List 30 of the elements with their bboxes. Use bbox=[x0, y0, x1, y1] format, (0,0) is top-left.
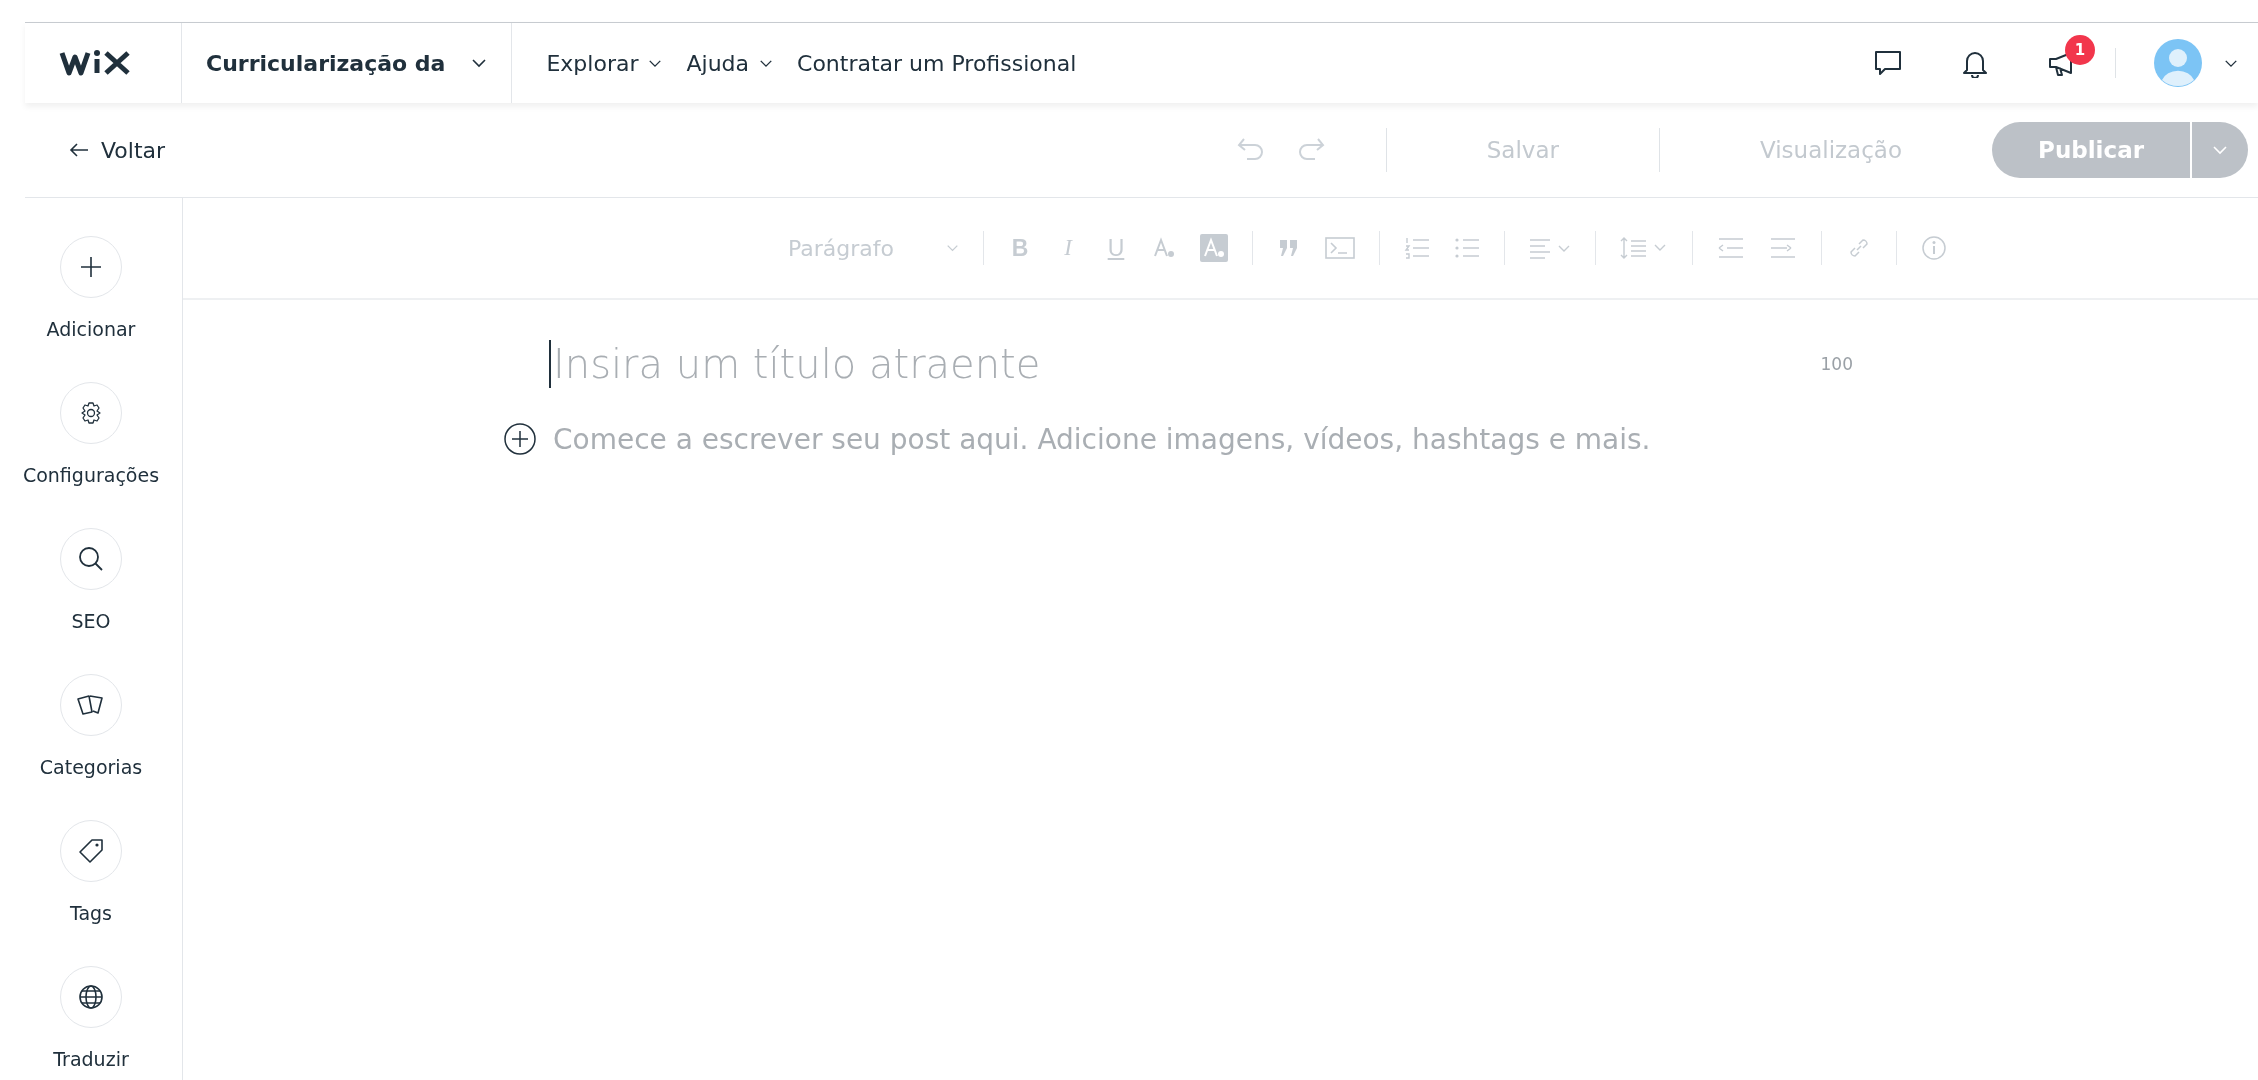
publish-options-button[interactable] bbox=[2192, 122, 2248, 178]
site-selector[interactable]: Curricularização da bbox=[181, 23, 513, 103]
sidebar-label: Adicionar bbox=[46, 318, 136, 340]
chevron-down-icon bbox=[946, 244, 959, 252]
chat-icon[interactable] bbox=[1873, 49, 1903, 77]
globe-icon bbox=[78, 984, 104, 1010]
sidebar-label: Traduzir bbox=[53, 1048, 129, 1070]
chevron-down-icon bbox=[648, 58, 663, 68]
nav-menu-item[interactable]: Ajuda bbox=[686, 50, 774, 76]
sidebar-label: SEO bbox=[71, 610, 111, 632]
settings-icon bbox=[79, 401, 103, 425]
arrow-left-icon bbox=[69, 143, 89, 157]
chevron-down-icon[interactable] bbox=[2224, 58, 2238, 68]
back-button[interactable]: Voltar bbox=[69, 137, 166, 163]
chevron-down-icon bbox=[2212, 145, 2228, 155]
character-counter: 100 bbox=[1820, 354, 1853, 374]
tag-icon bbox=[78, 838, 104, 864]
sidebar-label: Categorias bbox=[39, 756, 143, 778]
nav-menu-item[interactable]: Explorar bbox=[546, 50, 663, 76]
add-content-icon[interactable] bbox=[503, 422, 537, 456]
avatar-icon[interactable] bbox=[2154, 39, 2202, 87]
chevron-down-icon bbox=[471, 58, 488, 68]
sidebar-label: Configurações bbox=[22, 464, 160, 486]
chevron-down-icon bbox=[759, 58, 774, 68]
sidebar-label: Tags bbox=[69, 902, 113, 924]
nav-menu-item[interactable]: Contratar um Profissional bbox=[797, 50, 1077, 76]
search-icon bbox=[78, 546, 104, 572]
plus-icon bbox=[79, 255, 103, 279]
cards-icon bbox=[76, 693, 106, 717]
notification-badge: 1 bbox=[2065, 35, 2095, 65]
